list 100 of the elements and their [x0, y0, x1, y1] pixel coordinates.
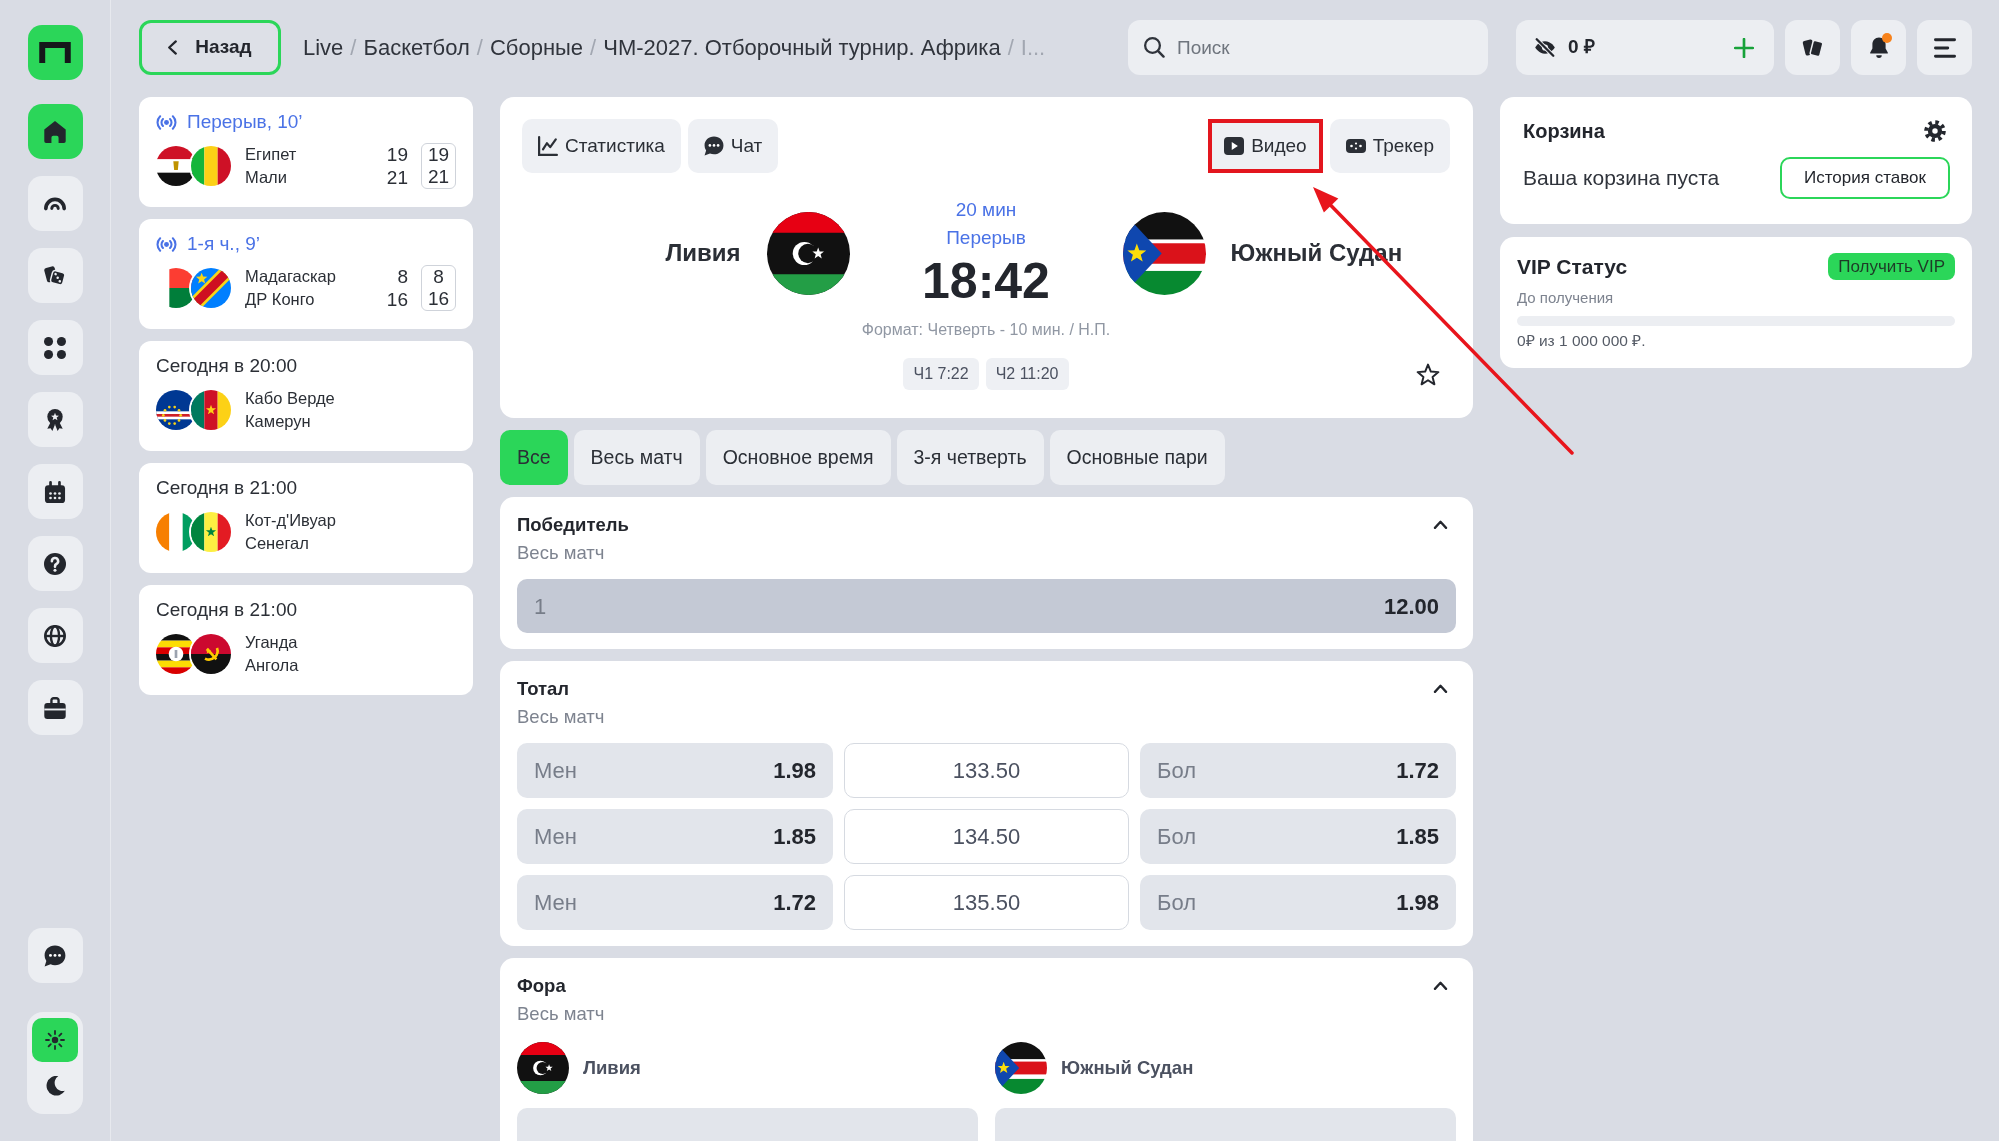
chevron-up-icon[interactable]	[1433, 684, 1448, 693]
notifications-button[interactable]	[1851, 20, 1906, 75]
chevron-up-icon[interactable]	[1433, 520, 1448, 529]
team-name: Сенегал	[245, 533, 309, 554]
sidebar-button[interactable]	[27, 248, 83, 303]
breadcrumb-link[interactable]: ЧМ-2027. Отборочный турнир. Африка	[603, 31, 1001, 64]
flag-icon	[1122, 211, 1206, 295]
odds-button[interactable]: Бол 1.85	[1140, 809, 1456, 864]
match-card[interactable]: Перерыв, 10’ Египет Мали 19 21 19 21	[139, 97, 473, 207]
sun-icon	[45, 1030, 65, 1050]
market-subtitle: Весь матч	[517, 1002, 605, 1026]
sidebar-button[interactable]	[27, 608, 83, 663]
star-icon[interactable]	[1416, 362, 1440, 386]
market-filter-tab[interactable]: Все	[500, 430, 568, 485]
sidebar-button[interactable]	[27, 680, 83, 735]
plus-icon[interactable]	[1734, 37, 1754, 58]
match-status: Перерыв, 10’	[187, 110, 303, 134]
odds-button[interactable]: Бол 1.98	[1140, 875, 1456, 930]
broadcast-icon	[156, 236, 177, 252]
match-clock: 18:42	[922, 252, 1050, 310]
play-icon	[1224, 136, 1245, 156]
chat-button[interactable]	[27, 928, 83, 983]
panel-title: VIP Статус	[1517, 253, 1628, 280]
match-card[interactable]: Сегодня в 21:00 Уганда Ангола	[139, 585, 473, 695]
team-score: 19	[427, 144, 450, 166]
breadcrumb-link[interactable]: Сборные	[489, 31, 584, 64]
sidebar-button[interactable]	[27, 176, 83, 231]
match-card[interactable]: Сегодня в 20:00 Кабо Верде Камерун	[139, 341, 473, 451]
market-filter-tab[interactable]: 3-я четверть	[896, 430, 1044, 485]
team-score: 16	[427, 288, 450, 310]
team-name: Кот-д'Ивуар	[245, 510, 336, 531]
settings-icon[interactable]	[1924, 120, 1946, 142]
breadcrumb-separator: /	[350, 34, 357, 62]
bell-icon	[1867, 36, 1890, 59]
panel-title: Корзина	[1523, 119, 1605, 143]
chart-icon	[538, 136, 558, 156]
sidebar-button[interactable]	[27, 536, 83, 591]
team-score: 16	[386, 288, 408, 311]
match-card[interactable]: Сегодня в 21:00 Кот-д'Ивуар Сенегал	[139, 463, 473, 573]
team-score: 21	[427, 166, 450, 188]
menu-icon	[1933, 36, 1956, 59]
odds-button[interactable]: Бол 1.72	[1140, 743, 1456, 798]
help-icon	[44, 552, 66, 575]
match-card[interactable]: 1-я ч., 9’ Мадагаскар ДР Конго 8 16 8 16	[139, 219, 473, 329]
odds-button[interactable]: 1 12.00	[517, 579, 1456, 633]
match-start-time: Сегодня в 21:00	[156, 598, 297, 622]
market-filter-tab[interactable]: Основное время	[705, 430, 891, 485]
total-line-value: 135.50	[844, 875, 1129, 930]
empty-message: Ваша корзина пуста	[1523, 165, 1720, 192]
market-filter-tab[interactable]: Основные пари	[1049, 430, 1225, 485]
breadcrumb-separator: /	[476, 34, 483, 62]
sidebar-button[interactable]	[27, 104, 83, 159]
market-filter-tab[interactable]: Весь матч	[573, 430, 700, 485]
flag-icon	[191, 512, 231, 552]
team-name: Мадагаскар	[245, 266, 336, 287]
team-name: Камерун	[245, 411, 311, 432]
team-score: 21	[386, 166, 408, 189]
search-field[interactable]: Поиск	[1128, 20, 1488, 75]
team-score: 19	[386, 143, 408, 166]
match-phase: Перерыв	[946, 226, 1026, 250]
theme-option[interactable]	[32, 1018, 78, 1062]
match-status: 1-я ч., 9’	[187, 232, 260, 256]
market-title: Фора	[517, 974, 566, 998]
cards-button[interactable]	[1785, 20, 1840, 75]
flag-icon	[191, 634, 231, 674]
period-score: Ч1 7:22	[903, 358, 979, 390]
sidebar-button[interactable]	[27, 392, 83, 447]
breadcrumb-link[interactable]: Live	[303, 31, 344, 64]
match-start-time: Сегодня в 21:00	[156, 476, 297, 500]
chat-button[interactable]: Чат	[687, 119, 779, 173]
sidebar-button[interactable]	[27, 320, 83, 375]
odds-button[interactable]: Мен 1.72	[517, 875, 833, 930]
bet-history-button[interactable]: История ставок	[1780, 157, 1950, 199]
match-format: Формат: Четверть - 10 мин. / Н.П.	[861, 320, 1111, 340]
get-vip-button[interactable]: Получить VIP	[1828, 253, 1955, 280]
period-score: Ч2 11:20	[985, 358, 1069, 390]
total-line-value: 134.50	[844, 809, 1129, 864]
video-button[interactable]: Видео	[1208, 119, 1323, 173]
back-button[interactable]: Назад	[139, 20, 281, 75]
breadcrumb-link[interactable]: Баскетбол	[363, 31, 470, 64]
statistics-button[interactable]: Статистика	[522, 119, 681, 173]
menu-button[interactable]	[1917, 20, 1972, 75]
sidebar-button[interactable]	[27, 464, 83, 519]
eye-slash-icon[interactable]	[1534, 38, 1556, 57]
odds-button[interactable]: Мен 1.98	[517, 743, 833, 798]
progress-caption: До получения	[1517, 288, 1614, 308]
balance-amount: 0 ₽	[1568, 35, 1595, 60]
tracker-button[interactable]: Трекер	[1329, 119, 1450, 173]
four-dots-icon	[44, 336, 66, 359]
team-name: Мали	[245, 167, 287, 188]
chat-icon	[703, 136, 724, 156]
chevron-up-icon[interactable]	[1433, 981, 1448, 990]
total-line-value: 133.50	[844, 743, 1129, 798]
team-score: 8	[433, 266, 444, 288]
search-icon	[1144, 37, 1165, 58]
logo-icon[interactable]	[27, 25, 83, 80]
match-start-time: Сегодня в 20:00	[156, 354, 297, 378]
odds-button[interactable]: Мен 1.85	[517, 809, 833, 864]
flag-icon	[517, 1042, 569, 1094]
market-title: Победитель	[517, 513, 629, 537]
